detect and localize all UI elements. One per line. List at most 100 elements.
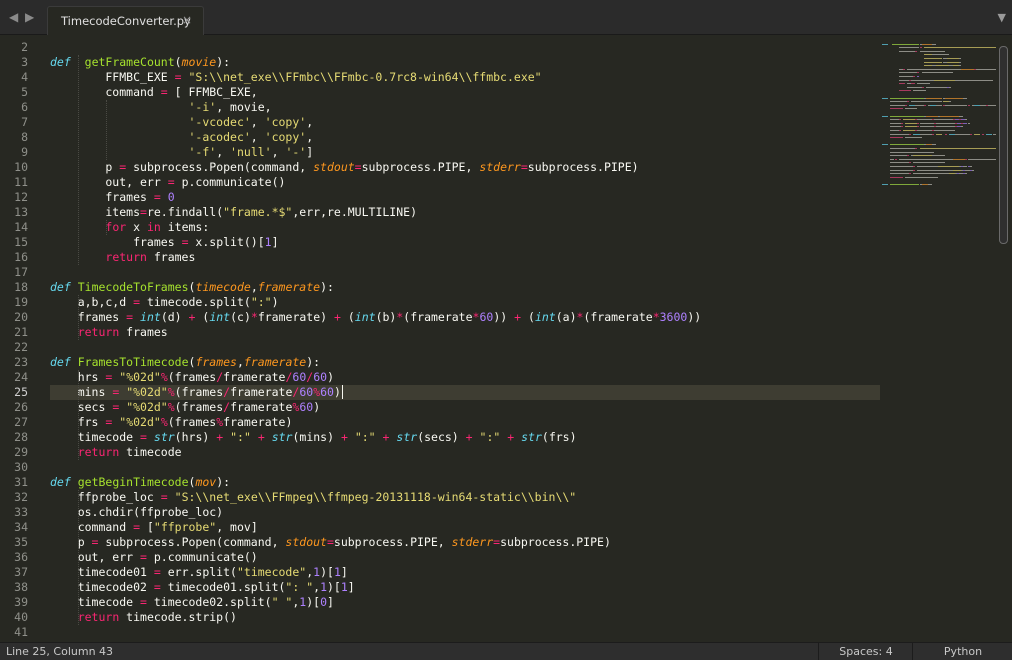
code-token: 'copy' — [264, 130, 307, 144]
minimap-line — [936, 126, 955, 128]
code-line: frames = x.split()[1] — [50, 235, 279, 250]
code-token: stderr — [479, 160, 521, 174]
code-token: secs — [50, 400, 113, 414]
indent-guide — [106, 100, 107, 160]
line-number: 18 — [14, 280, 28, 294]
triangle-down-icon[interactable]: ▼ — [998, 11, 1006, 24]
code-token: 1 — [340, 580, 348, 594]
code-token: = — [326, 535, 334, 549]
code-line: timecode02 = timecode01.split(": ",1)[1] — [50, 580, 355, 595]
minimap-line — [948, 86, 951, 88]
code-token: return — [77, 610, 120, 624]
code-token: framerate — [230, 400, 293, 414]
code-token: '-vcodec' — [188, 115, 251, 129]
code-token: * — [250, 310, 258, 324]
minimap-line — [904, 108, 918, 110]
code-token: , movie, — [216, 100, 272, 114]
minimap-line — [904, 126, 918, 128]
minimap-line — [925, 86, 947, 88]
minimap-line — [902, 130, 916, 131]
code-token: ] — [271, 235, 279, 249]
code-editor[interactable]: def getFrameCount(movie): FFMBC_EXE = "S… — [50, 36, 880, 639]
code-line: def FramesToTimecode(frames,framerate): — [50, 355, 320, 370]
code-token: (d) — [160, 310, 189, 324]
minimap[interactable] — [880, 36, 996, 196]
minimap-line — [959, 115, 964, 117]
code-token: , — [216, 145, 231, 159]
line-number: 28 — [14, 430, 28, 444]
minimap-line — [927, 184, 933, 185]
code-token: ": " — [285, 580, 314, 594]
code-token: x — [126, 220, 147, 234]
code-line: def getFrameCount(movie): — [50, 55, 230, 70]
line-number-gutter: 2 3 4 5 6 7 8 9 10 11 12 13 14 15 16 17 18 19 20 21 22 23 24 25… — [0, 36, 36, 639]
minimap-line — [944, 104, 968, 106]
minimap-line — [919, 126, 935, 128]
minimap-line — [890, 162, 910, 164]
line-number: 33 — [14, 505, 28, 519]
code-token: 60 — [292, 370, 307, 384]
code-line: p = subprocess.Popen(command, stdout=sub… — [50, 535, 611, 550]
line-number: 27 — [14, 415, 28, 429]
code-token: timecode02.split( — [146, 595, 272, 609]
minimap-line — [923, 65, 932, 67]
triangle-left-icon[interactable]: ◀ — [9, 10, 18, 24]
code-token: "%02d" — [119, 415, 161, 429]
minimap-line — [898, 72, 918, 74]
minimap-line — [902, 68, 905, 70]
scrollbar-thumb[interactable] — [999, 46, 1008, 244]
indentation-setting[interactable]: Spaces: 4 — [818, 643, 913, 660]
triangle-right-icon[interactable]: ▶ — [25, 10, 34, 24]
line-number: 32 — [14, 490, 28, 504]
minimap-line — [948, 101, 951, 103]
code-token: int — [140, 310, 161, 324]
minimap-line — [900, 122, 903, 124]
code-token: (frames — [174, 400, 224, 414]
line-number: 3 — [21, 55, 28, 69]
minimap-line — [904, 122, 918, 124]
code-token: (secs) — [417, 430, 466, 444]
code-token: 60 — [479, 310, 494, 324]
code-token: subprocess.PIPE, — [333, 535, 452, 549]
minimap-line — [971, 169, 974, 171]
line-number: 21 — [14, 325, 28, 339]
code-token: 'copy' — [264, 115, 307, 129]
minimap-line — [936, 65, 949, 67]
minimap-line — [890, 148, 916, 149]
minimap-line — [975, 68, 996, 70]
line-number: 2 — [21, 40, 28, 54]
minimap-line — [890, 126, 901, 128]
minimap-line — [904, 137, 922, 139]
code-token: 0 — [320, 595, 328, 609]
minimap-line — [934, 130, 955, 131]
code-token: ":" — [250, 295, 272, 309]
vertical-scrollbar[interactable] — [996, 36, 1012, 639]
code-token: FFMBC_EXE — [50, 70, 175, 84]
minimap-line — [890, 155, 907, 157]
tab-timecodeconverter[interactable]: TimecodeConverter.py × — [47, 6, 204, 35]
close-icon[interactable]: × — [182, 13, 192, 27]
code-token: framerate — [230, 385, 293, 399]
code-line: '-f', 'null', '-'] — [50, 145, 313, 160]
syntax-selector[interactable]: Python — [912, 643, 1012, 660]
line-number: 17 — [14, 265, 28, 279]
code-token: , — [250, 280, 258, 294]
minimap-line — [944, 133, 947, 135]
code-token: frames — [195, 355, 237, 369]
code-token: ( — [195, 310, 210, 324]
minimap-line — [909, 133, 912, 135]
minimap-line — [955, 133, 970, 135]
code-token: (c) — [230, 310, 251, 324]
minimap-line — [898, 158, 953, 160]
code-token: 1 — [264, 235, 272, 249]
